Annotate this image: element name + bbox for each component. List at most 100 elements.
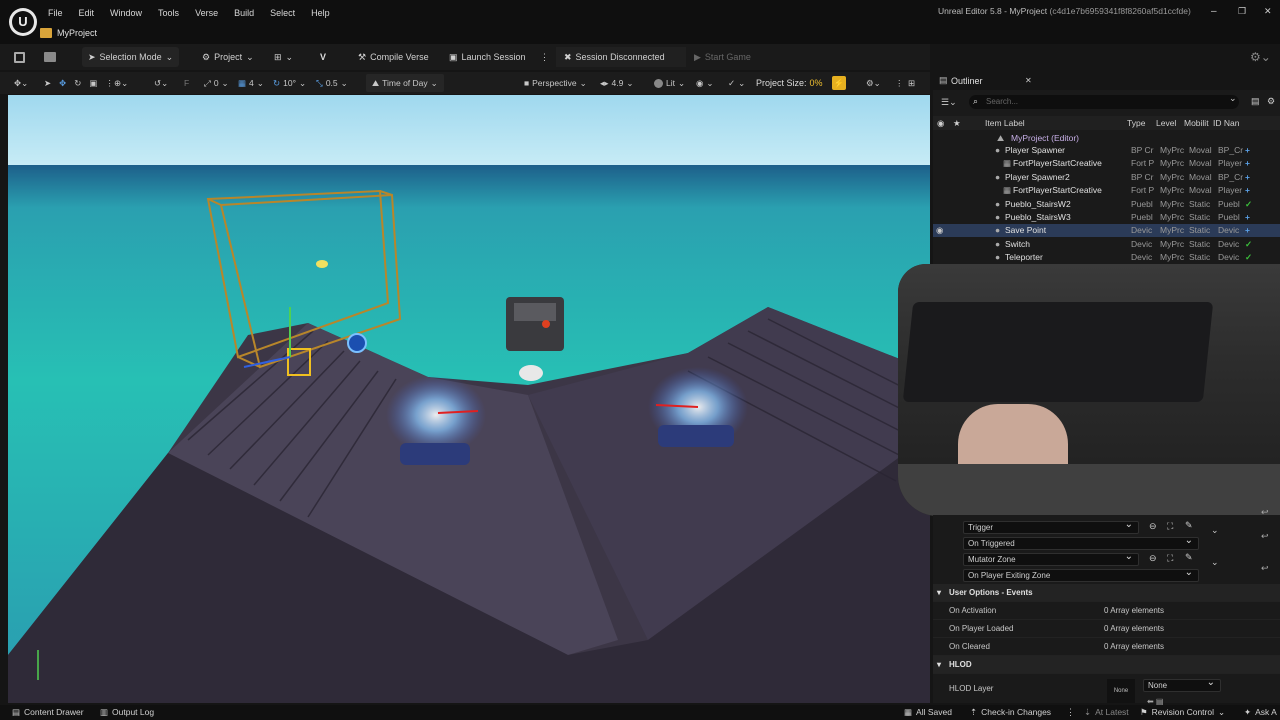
hlod-layer-select[interactable]: None — [1143, 677, 1221, 692]
pick-actor-icon[interactable]: ⛶ — [1167, 521, 1173, 532]
outliner-row[interactable]: ● Pueblo_StairsW3 Puebl MyPrc Static Puebl + — [933, 211, 1280, 224]
add-icon[interactable]: + — [1245, 157, 1250, 170]
on-player-exiting-zone-select[interactable]: On Player Exiting Zone — [963, 567, 1199, 582]
start-game-button[interactable]: ▶ Start Game — [694, 44, 751, 70]
menu-file[interactable]: File — [40, 6, 71, 20]
add-icon[interactable]: + — [1245, 224, 1250, 237]
trigger-select[interactable]: Trigger — [963, 519, 1139, 534]
menu-help[interactable]: Help — [303, 6, 338, 20]
outliner-row[interactable]: ● Player Spawner2 BP Cr MyPrc Moval BP_Cr + — [933, 171, 1280, 184]
content-icon[interactable] — [44, 44, 56, 70]
outliner-row[interactable]: ● Teleporter Devic MyPrc Static Devic ✓ — [933, 251, 1280, 264]
browse-icon[interactable]: ⊖ — [1149, 521, 1157, 532]
rotate-icon[interactable]: ↻ — [74, 78, 81, 89]
perspective-dropdown[interactable]: ■ Perspective ⌄ — [524, 72, 587, 94]
add-folder-icon[interactable]: ▤ — [1251, 96, 1260, 107]
select-icon[interactable]: ➤ — [44, 78, 51, 89]
reset-icon[interactable]: ↩ — [1261, 531, 1269, 542]
event-row[interactable]: On Player Loaded 0 Array elements — [933, 620, 1280, 638]
col-type[interactable]: Type — [1127, 116, 1145, 130]
realtime-toggle[interactable]: ⚡ — [832, 72, 846, 94]
scale-snap[interactable]: ⤡ 0.5 ⌄ — [316, 72, 348, 94]
outliner-row[interactable]: ▦ FortPlayerStartCreative Fort P MyPrc Moval… — [933, 184, 1280, 197]
expand-chevron-icon[interactable]: ⌄ — [1211, 525, 1219, 536]
pick-actor-icon[interactable]: ⛶ — [1167, 553, 1173, 564]
checkmark-icon[interactable]: ✓ — [1245, 251, 1252, 264]
add-icon[interactable]: + — [1245, 184, 1250, 197]
section-events-header[interactable]: ▾ User Options - Events — [933, 584, 1280, 602]
rotation-snap[interactable]: ⤢ 0 ⌄ — [204, 72, 229, 94]
time-of-day-dropdown[interactable]: ⛰ Time of Day ⌄ — [366, 74, 444, 92]
more-options-icon[interactable]: ⋮ — [540, 44, 549, 70]
menu-verse[interactable]: Verse — [187, 6, 226, 20]
unreal-logo-icon[interactable]: U — [9, 8, 37, 36]
viewport-settings-icon[interactable]: ⚙⌄ — [866, 72, 881, 94]
close-window-button[interactable]: ✕ — [1264, 6, 1272, 17]
eyedropper-icon[interactable]: ✎ — [1185, 552, 1193, 563]
menu-select[interactable]: Select — [262, 6, 303, 20]
level-tab[interactable]: MyProject — [40, 24, 97, 42]
performance-dropdown[interactable]: ✓ ⌄ — [728, 72, 745, 94]
col-mobility[interactable]: Mobilit — [1184, 116, 1209, 130]
checkmark-icon[interactable]: ✓ — [1245, 238, 1252, 251]
minimize-button[interactable]: – — [1211, 6, 1217, 17]
add-icon[interactable]: + — [1245, 211, 1250, 224]
eyedropper-icon[interactable]: ✎ — [1185, 520, 1193, 531]
verse-icon[interactable]: V — [320, 44, 326, 70]
add-icon[interactable]: + — [1245, 144, 1250, 157]
add-content-button[interactable]: ⊞ ⌄ — [274, 44, 293, 70]
settings-icon[interactable]: ⚙ — [1267, 96, 1275, 107]
snap-icon[interactable]: F — [184, 72, 189, 94]
pin-icon[interactable]: ★ — [953, 116, 961, 130]
checkmark-icon[interactable]: ✓ — [1245, 198, 1252, 211]
reset-icon[interactable]: ↩ — [1261, 507, 1269, 518]
level-viewport[interactable] — [8, 95, 930, 703]
outliner-row[interactable]: ● Switch Devic MyPrc Static Devic ✓ — [933, 238, 1280, 251]
all-saved-button[interactable]: ▦ All Saved — [904, 707, 952, 718]
col-id[interactable]: ID Nan — [1213, 116, 1239, 130]
more-icon[interactable]: ⋮ — [1066, 707, 1075, 718]
filter-icon[interactable]: ☰⌄ — [941, 97, 957, 108]
outliner-row[interactable]: ▦ FortPlayerStartCreative Fort P MyPrc Moval… — [933, 157, 1280, 170]
menu-build[interactable]: Build — [226, 6, 262, 20]
angle-snap[interactable]: ↻ 10° ⌄ — [273, 72, 306, 94]
compile-verse-button[interactable]: ⚒ Compile Verse — [358, 44, 429, 70]
save-icon[interactable] — [14, 44, 25, 70]
checkin-changes-button[interactable]: ⇡ Check-in Changes — [970, 707, 1051, 718]
move-icon[interactable]: ✥ — [59, 78, 66, 89]
revision-control-dropdown[interactable]: ⚑ Revision Control ⌄ — [1140, 707, 1225, 718]
lit-dropdown[interactable]: Lit ⌄ — [654, 72, 685, 94]
menu-tools[interactable]: Tools — [150, 6, 187, 20]
launch-session-button[interactable]: ▣ Launch Session — [449, 44, 526, 70]
maximize-button[interactable]: ❐ — [1238, 6, 1246, 17]
output-log-button[interactable]: ▥ Output Log — [100, 707, 154, 718]
menu-edit[interactable]: Edit — [71, 6, 103, 20]
close-outliner-button[interactable]: ✕ — [1025, 76, 1032, 85]
world-local-toggle[interactable]: ⊕⌄ — [114, 72, 128, 94]
outliner-root-row[interactable]: ⛰ MyProject (Editor) — [933, 132, 1280, 144]
grid-snap[interactable]: ▦ 4 ⌄ — [238, 72, 264, 94]
content-drawer-button[interactable]: ▤ Content Drawer — [12, 707, 84, 718]
outliner-row[interactable]: ● Pueblo_StairsW2 Puebl MyPrc Static Puebl ✓ — [933, 198, 1280, 211]
layout-icon[interactable]: ⊞ — [908, 72, 915, 94]
visibility-icon[interactable]: ◉ — [937, 116, 944, 130]
col-item-label[interactable]: Item Label — [985, 116, 1025, 130]
surface-snap-dropdown[interactable]: ↺⌄ — [154, 72, 168, 94]
viewport-menu-icon[interactable]: ⋮ — [895, 72, 904, 94]
visibility-icon[interactable]: ◉ — [936, 224, 943, 237]
more-icon[interactable]: ⋮ — [105, 78, 114, 89]
reset-icon[interactable]: ↩ — [1261, 563, 1269, 574]
ask-ai-button[interactable]: ✦ Ask A — [1244, 707, 1277, 718]
fov-dropdown[interactable]: ◂▸ 4.9 ⌄ — [600, 72, 634, 94]
mutator-zone-select[interactable]: Mutator Zone — [963, 551, 1139, 566]
add-icon[interactable]: + — [1245, 171, 1250, 184]
section-hlod-header[interactable]: ▾ HLOD — [933, 656, 1280, 674]
at-latest-status[interactable]: ⇣ At Latest — [1084, 707, 1129, 718]
on-triggered-select[interactable]: On Triggered — [963, 535, 1199, 550]
selection-mode-dropdown[interactable]: ➤ Selection Mode ⌄ — [82, 47, 180, 67]
event-row[interactable]: On Activation 0 Array elements — [933, 602, 1280, 620]
transform-mode-dropdown[interactable]: ✥⌄ — [14, 72, 28, 94]
col-level[interactable]: Level — [1156, 116, 1176, 130]
outliner-row[interactable]: ◉ ● Save Point Devic MyPrc Static Devic + — [933, 224, 1280, 238]
scale-icon[interactable]: ▣ — [89, 78, 97, 89]
